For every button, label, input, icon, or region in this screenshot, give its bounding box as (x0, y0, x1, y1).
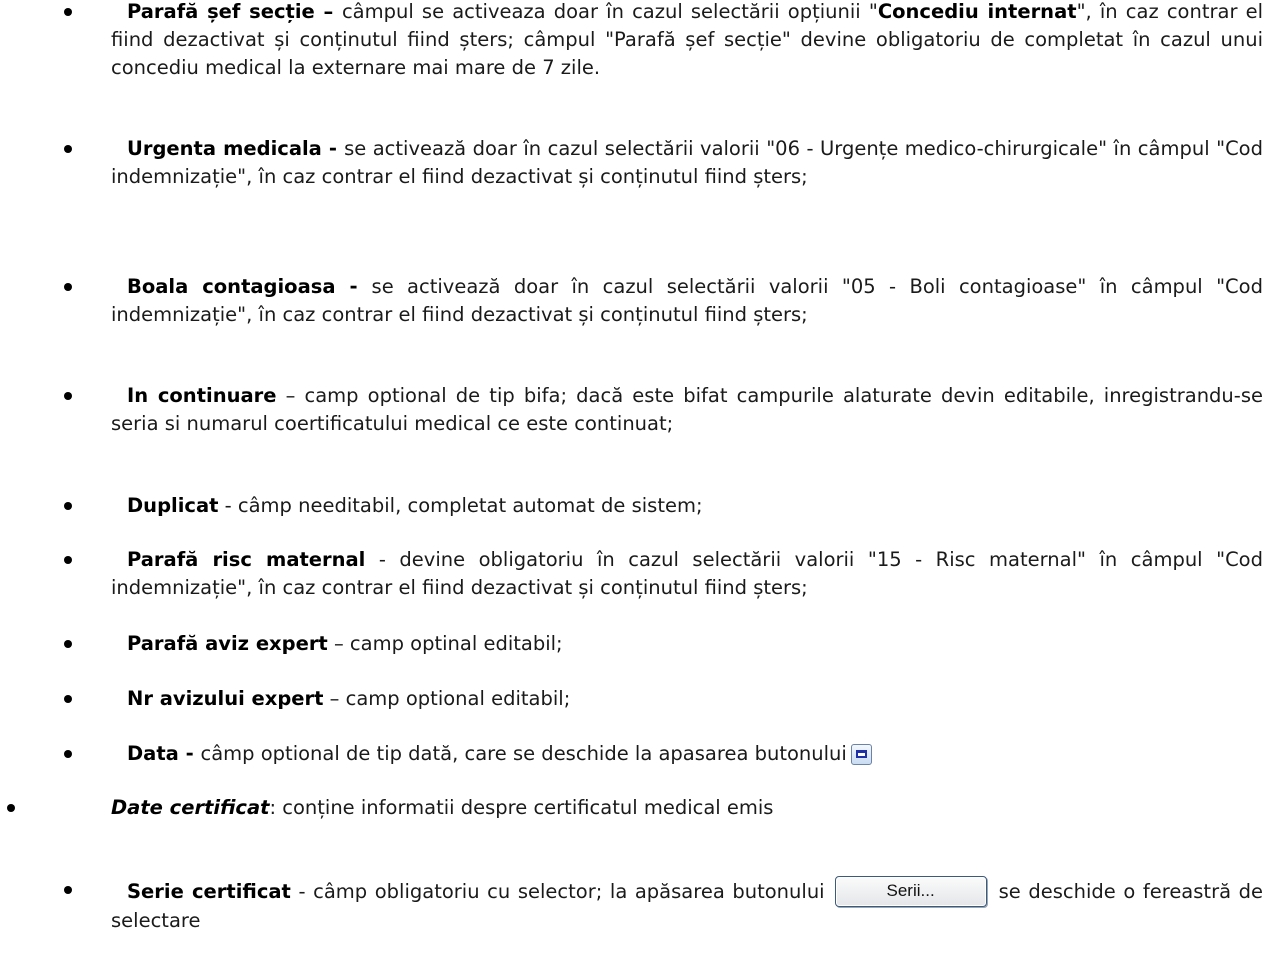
section-desc: : conține informatii despre certificatul… (269, 796, 774, 819)
field-term: Parafă aviz expert (127, 632, 328, 655)
list-item: In continuare – camp optional de tip bif… (64, 382, 1263, 438)
bullet (64, 695, 72, 703)
list-item: Parafă risc maternal - devine obligatori… (64, 546, 1263, 602)
bullet (64, 283, 72, 291)
field-desc: – camp optional editabil; (323, 687, 571, 710)
bullet (64, 750, 72, 758)
field-term: Duplicat (127, 494, 219, 517)
list-item: Parafă șef secție – câmpul se activeaza … (64, 0, 1263, 82)
field-term: Boala contagioasa - (127, 275, 372, 298)
bullet (7, 804, 15, 812)
calendar-icon[interactable] (850, 744, 872, 765)
serii-button[interactable]: Serii... (834, 876, 987, 907)
list-item: Serie certificat - câmp obligatoriu cu s… (64, 876, 1263, 935)
field-term: In continuare (127, 384, 277, 407)
list-item: Data - câmp optional de tip dată, care s… (64, 740, 1263, 768)
list-item: Duplicat - câmp needitabil, completat au… (64, 492, 1263, 520)
field-term: Nr avizului expert (127, 687, 324, 710)
bullet (64, 502, 72, 510)
section-item: Date certificat: conține informatii desp… (7, 794, 1263, 822)
list-item: Nr avizului expert – camp optional edita… (64, 685, 1263, 713)
field-term: Data - (127, 742, 201, 765)
section-term: Date certificat (111, 796, 270, 819)
field-emphasis: Concediu internat (877, 0, 1077, 23)
field-desc: câmpul se activeaza doar în cazul select… (341, 0, 878, 23)
bullet (64, 145, 72, 153)
bullet (64, 640, 72, 648)
field-term: Urgenta medicala - (127, 137, 345, 160)
bullet (64, 392, 72, 400)
list-item: Boala contagioasa - se activează doar în… (64, 273, 1263, 329)
field-desc: – camp optinal editabil; (327, 632, 563, 655)
list-item: Urgenta medicala - se activează doar în … (64, 135, 1263, 191)
field-term: Parafă șef secție – (127, 0, 342, 23)
field-desc: – camp optional de tip bifa; dacă este b… (111, 384, 1263, 435)
field-desc: - câmp needitabil, completat automat de … (218, 494, 703, 517)
bullet (64, 556, 72, 564)
field-term: Serie certificat (127, 880, 291, 903)
list-item: Parafă aviz expert – camp optinal editab… (64, 630, 1263, 658)
bullet (64, 886, 72, 894)
field-desc: - câmp obligatoriu cu selector; la apăsa… (290, 880, 825, 903)
bullet (64, 8, 72, 16)
field-desc: câmp optional de tip dată, care se desch… (200, 742, 847, 765)
field-term: Parafă risc maternal (127, 548, 366, 571)
